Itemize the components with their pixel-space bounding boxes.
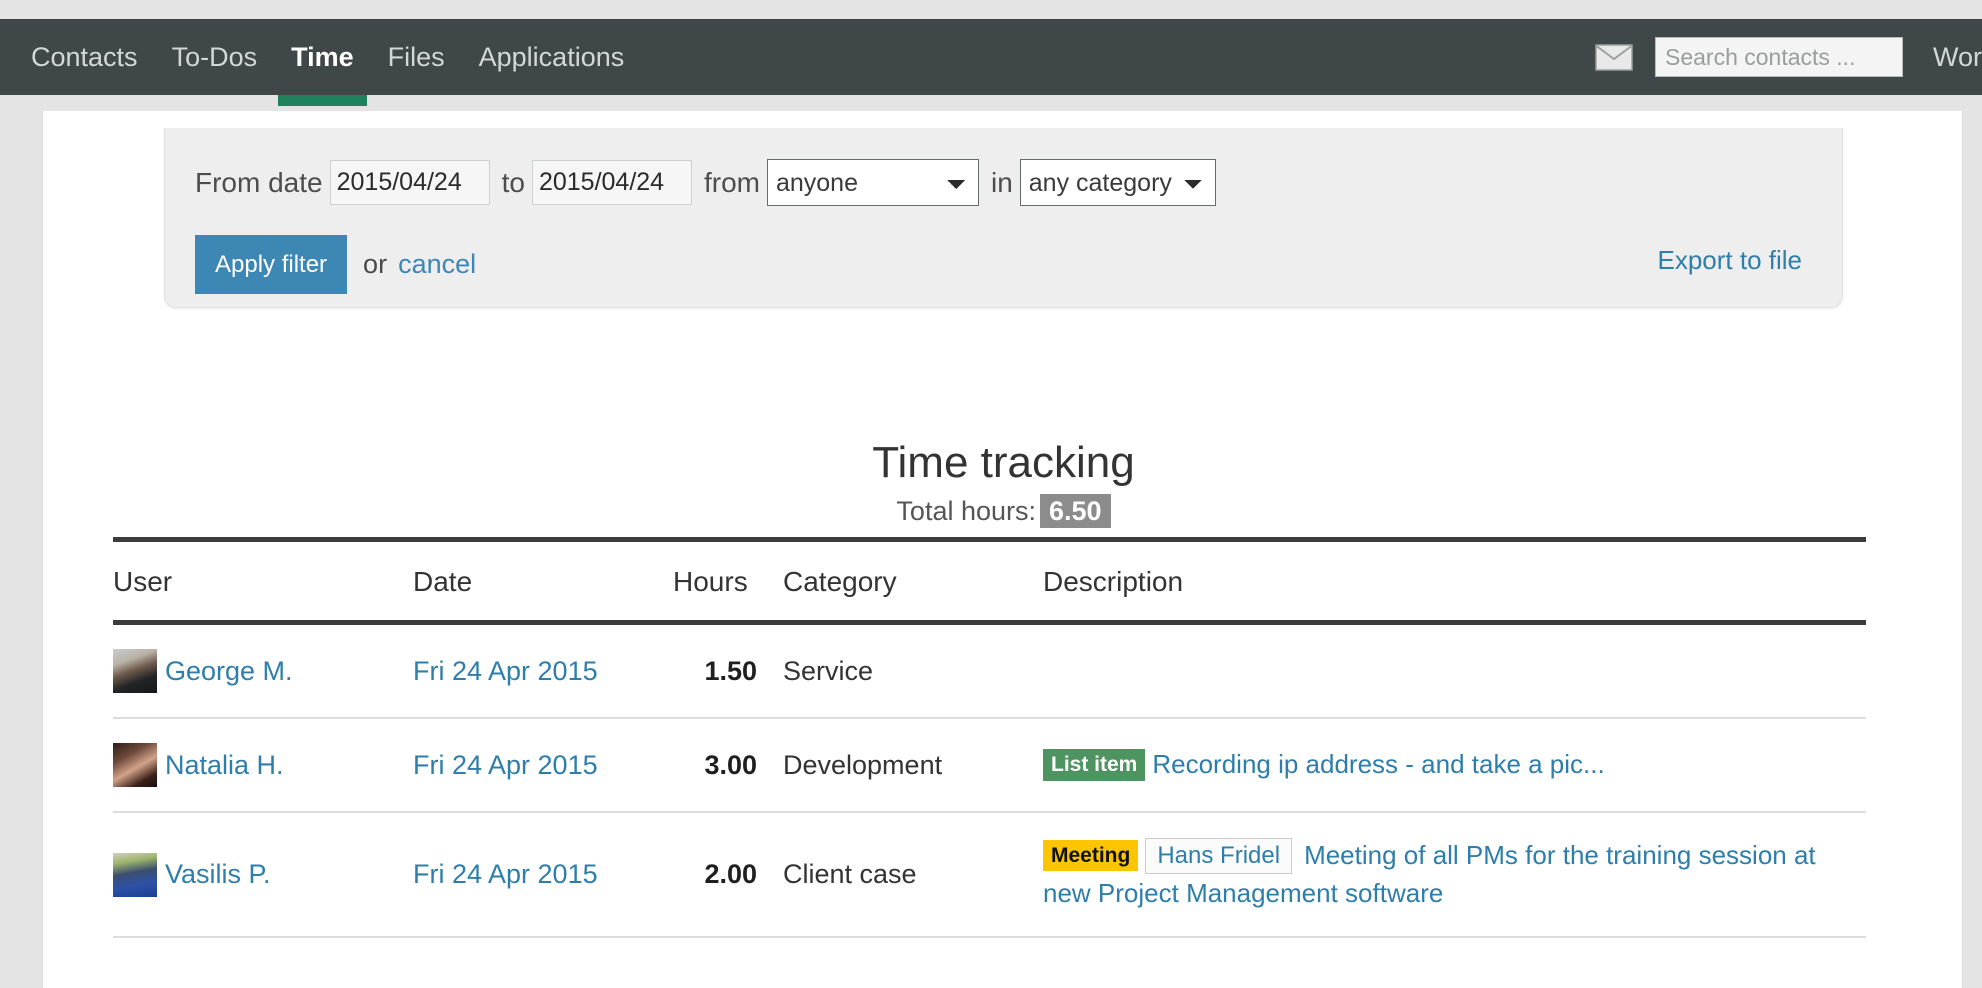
attendee-chip[interactable]: Hans Fridel [1145,838,1292,874]
avatar [113,649,157,693]
cell-description: List itemRecording ip address - and take… [1043,718,1866,812]
cell-hours: 1.50 [673,623,783,719]
cell-user: Vasilis P. [113,812,413,937]
to-label: to [502,167,525,199]
content-sheet: From date to from anyone in any category… [42,111,1963,988]
filter-panel: From date to from anyone in any category… [164,128,1843,308]
cell-hours: 3.00 [673,718,783,812]
column-header-hours[interactable]: Hours [673,540,783,623]
nav-item-files-label: Files [388,42,445,73]
cell-user: Natalia H. [113,718,413,812]
column-header-description[interactable]: Description [1043,540,1866,623]
search-input[interactable] [1655,37,1903,77]
nav-item-time-label: Time [291,42,354,73]
total-hours-label: Total hours: [896,496,1036,526]
cell-date: Fri 24 Apr 2015 [413,718,673,812]
workspace-label: Wor [1933,42,1982,73]
table-body: George M. Fri 24 Apr 2015 1.50 Service N… [113,623,1866,938]
cell-user: George M. [113,623,413,719]
date-link[interactable]: Fri 24 Apr 2015 [413,750,598,780]
cell-category: Development [783,718,1043,812]
to-date-input[interactable] [532,160,692,205]
nav-item-contacts-label: Contacts [31,42,138,73]
user-link[interactable]: George M. [165,656,293,687]
cell-description: MeetingHans FridelMeeting of all PMs for… [1043,812,1866,937]
date-link[interactable]: Fri 24 Apr 2015 [413,656,598,686]
nav-item-time[interactable]: Time [274,19,371,95]
export-to-file-link[interactable]: Export to file [1657,245,1802,276]
badge-meeting: Meeting [1043,840,1138,871]
user-link[interactable]: Natalia H. [165,750,284,781]
navbar-links: Contacts To-Dos Time Files Applications [0,19,641,95]
table-row: Natalia H. Fri 24 Apr 2015 3.00 Developm… [113,718,1866,812]
in-label: in [991,167,1013,199]
hours-value: 3.00 [704,750,757,780]
from-date-label: From date [195,167,323,199]
envelope-icon[interactable] [1595,43,1633,71]
cell-date: Fri 24 Apr 2015 [413,812,673,937]
filter-actions: Apply filter or cancel [195,235,476,294]
avatar [113,853,157,897]
from-person-label: from [704,167,760,199]
description-link[interactable]: Recording ip address - and take a pic... [1152,749,1604,779]
total-hours-badge: 6.50 [1040,494,1111,528]
cell-hours: 2.00 [673,812,783,937]
cell-description [1043,623,1866,719]
top-navbar: Contacts To-Dos Time Files Applications … [0,19,1982,95]
date-link[interactable]: Fri 24 Apr 2015 [413,859,598,889]
time-tracking-table: User Date Hours Category Description Geo… [113,537,1866,938]
hours-value: 2.00 [704,859,757,889]
from-date-input[interactable] [330,160,490,205]
cell-category: Client case [783,812,1043,937]
nav-item-todos[interactable]: To-Dos [155,19,275,95]
apply-filter-button[interactable]: Apply filter [195,235,347,294]
user-link[interactable]: Vasilis P. [165,859,271,890]
cell-category: Service [783,623,1043,719]
cell-date: Fri 24 Apr 2015 [413,623,673,719]
column-header-category[interactable]: Category [783,540,1043,623]
avatar [113,743,157,787]
navbar-right: Wor [1595,19,1982,95]
or-label: or [363,249,387,280]
column-header-user[interactable]: User [113,540,413,623]
nav-item-applications-label: Applications [479,42,625,73]
filter-row: From date to from anyone in any category [195,159,1216,206]
person-select[interactable]: anyone [767,159,979,206]
category-select[interactable]: any category [1020,159,1216,206]
nav-item-contacts[interactable]: Contacts [14,19,155,95]
nav-item-applications[interactable]: Applications [462,19,642,95]
table-header-row: User Date Hours Category Description [113,540,1866,623]
column-header-date[interactable]: Date [413,540,673,623]
nav-item-todos-label: To-Dos [172,42,258,73]
cancel-link[interactable]: cancel [398,249,476,280]
table-row: George M. Fri 24 Apr 2015 1.50 Service [113,623,1866,719]
nav-item-files[interactable]: Files [371,19,462,95]
total-hours-line: Total hours:6.50 [43,496,1964,527]
page-title: Time tracking [43,438,1964,488]
table-head: User Date Hours Category Description [113,540,1866,623]
hours-value: 1.50 [704,656,757,686]
badge-list-item: List item [1043,749,1145,780]
table-row: Vasilis P. Fri 24 Apr 2015 2.00 Client c… [113,812,1866,937]
